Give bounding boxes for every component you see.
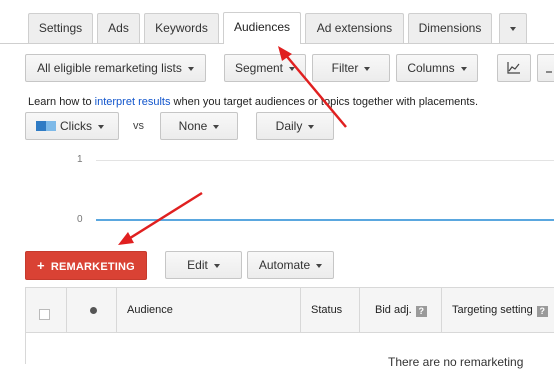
arrow-to-audiences-tab	[278, 46, 347, 128]
annotation-arrows	[118, 46, 347, 245]
arrow-to-remarketing-button	[118, 191, 203, 245]
